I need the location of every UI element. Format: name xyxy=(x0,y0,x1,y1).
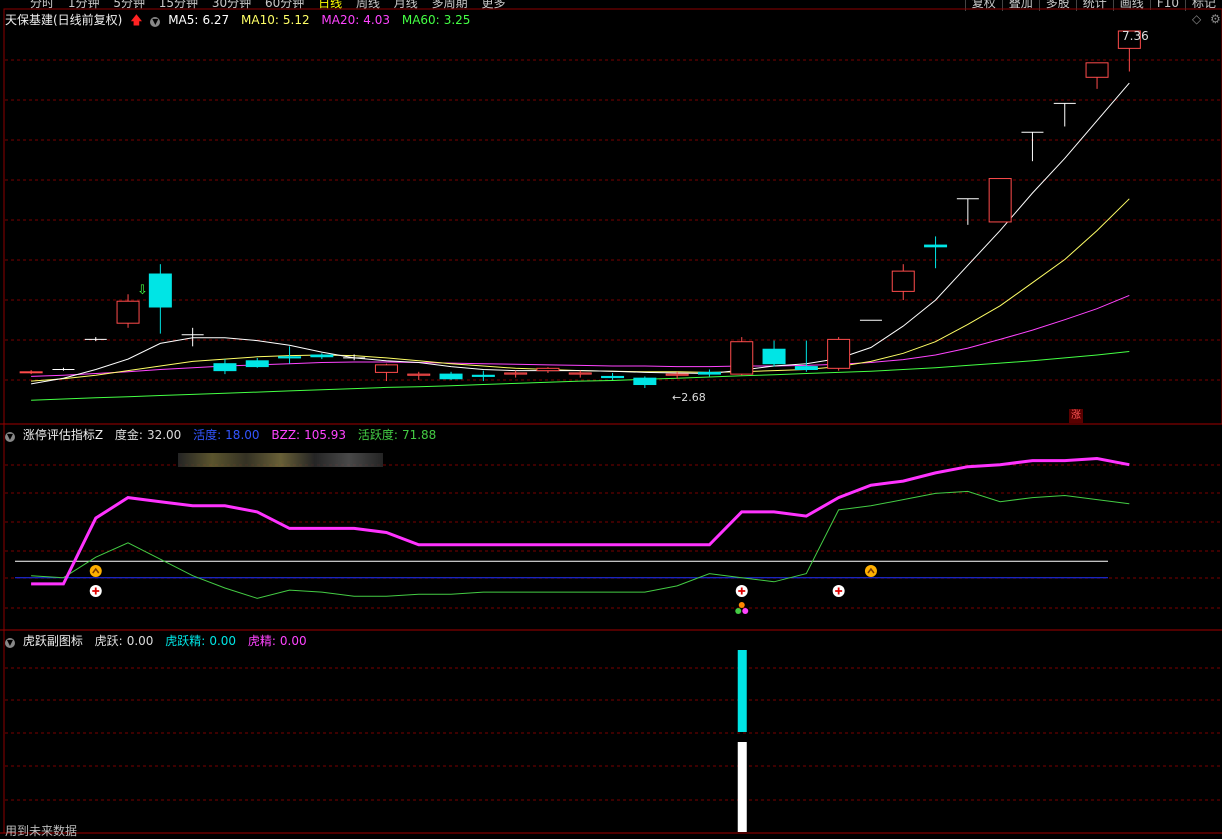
chevron-down-icon[interactable]: ▼ xyxy=(5,638,15,648)
candle-body xyxy=(762,348,786,365)
candle-body xyxy=(407,373,431,376)
main-legend: 天保基建(日线前复权) 🡅 ▼ MA5: 6.27 MA10: 5.12 MA20:… xyxy=(5,11,474,32)
ma60-value: 3.25 xyxy=(443,13,471,27)
candle-body xyxy=(827,338,851,369)
cluster-icon xyxy=(735,608,742,614)
candle-body xyxy=(278,356,302,359)
candle-body xyxy=(310,354,334,358)
up-arrow-icon: 🡅 xyxy=(130,13,143,27)
candle-body xyxy=(794,366,818,370)
huodu-label: 活度: xyxy=(193,428,222,442)
candle-body xyxy=(665,373,689,376)
candle-body xyxy=(891,270,915,292)
blurred-region xyxy=(178,453,383,467)
activity-label: 活跃度: xyxy=(357,428,398,442)
limit-up-badge: 涨 xyxy=(1069,409,1083,423)
chevron-down-icon[interactable]: ▼ xyxy=(150,17,161,27)
huyuejing-bar xyxy=(737,650,747,732)
candle-body xyxy=(471,374,495,377)
bzz-value: 105.93 xyxy=(304,428,347,442)
chevron-down-icon[interactable]: ▼ xyxy=(5,432,15,442)
candle-body xyxy=(1085,62,1109,78)
huyuejing-label: 虎跃精: xyxy=(165,634,206,648)
huyue-value: 0.00 xyxy=(126,634,154,648)
huyue-bar xyxy=(737,742,747,832)
ma5-line xyxy=(31,82,1130,385)
kline-chart[interactable] xyxy=(0,0,1222,836)
candle-body xyxy=(504,372,528,375)
huyue-label: 虎跃: xyxy=(94,634,123,648)
indicator-title: 涨停评估指标Z xyxy=(22,428,104,442)
candle-body xyxy=(633,377,657,386)
ma20-label: MA20: xyxy=(321,13,360,27)
ma60-label: MA60: xyxy=(401,13,440,27)
down-arrow-icon: ⇩ xyxy=(137,283,148,298)
ma10-line xyxy=(31,198,1130,382)
candle-body xyxy=(374,364,398,373)
bzz-label: BZZ: xyxy=(271,428,301,442)
indicator-legend: ▼ 涨停评估指标Z 度金: 32.00 活度: 18.00 BZZ: 105.93 活… xyxy=(5,426,440,443)
future-data-note: 用到未来数据 xyxy=(5,824,78,838)
candle-body xyxy=(601,375,625,379)
hujing-value: 0.00 xyxy=(279,634,307,648)
candle-body xyxy=(697,371,721,375)
dujin-label: 度金: xyxy=(114,428,143,442)
settings-icon[interactable]: ⚙ xyxy=(1210,12,1221,26)
ma5-value: 6.27 xyxy=(202,13,230,27)
candle-body xyxy=(148,273,172,308)
chevron-up-icon xyxy=(864,565,877,577)
high-price-label: 7.36 xyxy=(1122,29,1149,43)
candle-body xyxy=(730,341,754,375)
sub-title: 虎跃副图标 xyxy=(22,634,83,648)
ma5-label: MA5: xyxy=(168,13,199,27)
candle-body xyxy=(19,371,43,374)
sub-legend: ▼ 虎跃副图标 虎跃: 0.00 虎跃精: 0.00 虎精: 0.00 xyxy=(5,632,311,649)
candle-body xyxy=(116,300,140,324)
candle-body xyxy=(439,373,463,380)
ma20-line xyxy=(31,294,1130,377)
candle-body xyxy=(924,244,948,248)
huodu-value: 18.00 xyxy=(225,428,260,442)
candle-body xyxy=(213,363,237,372)
candle-body xyxy=(988,178,1012,223)
ma10-value: 5.12 xyxy=(282,13,310,27)
candle-body xyxy=(568,372,592,375)
candle-body xyxy=(536,367,560,372)
dujin-value: 32.00 xyxy=(146,428,182,442)
stock-title: 天保基建(日线前复权) xyxy=(5,13,123,27)
cluster-icon xyxy=(742,608,749,614)
chevron-up-icon xyxy=(89,565,102,577)
cluster-icon xyxy=(738,602,745,608)
activity-value: 71.88 xyxy=(401,428,437,442)
ma10-label: MA10: xyxy=(241,13,279,27)
hujing-label: 虎精: xyxy=(247,634,276,648)
bzz-line xyxy=(31,456,1130,586)
candle-body xyxy=(245,360,269,368)
diamond-icon[interactable]: ◇ xyxy=(1192,12,1201,26)
low-price-label: ←2.68 xyxy=(672,391,706,404)
low-price-value: 2.68 xyxy=(681,391,706,404)
ma20-value: 4.03 xyxy=(363,13,391,27)
huyuejing-value: 0.00 xyxy=(209,634,237,648)
